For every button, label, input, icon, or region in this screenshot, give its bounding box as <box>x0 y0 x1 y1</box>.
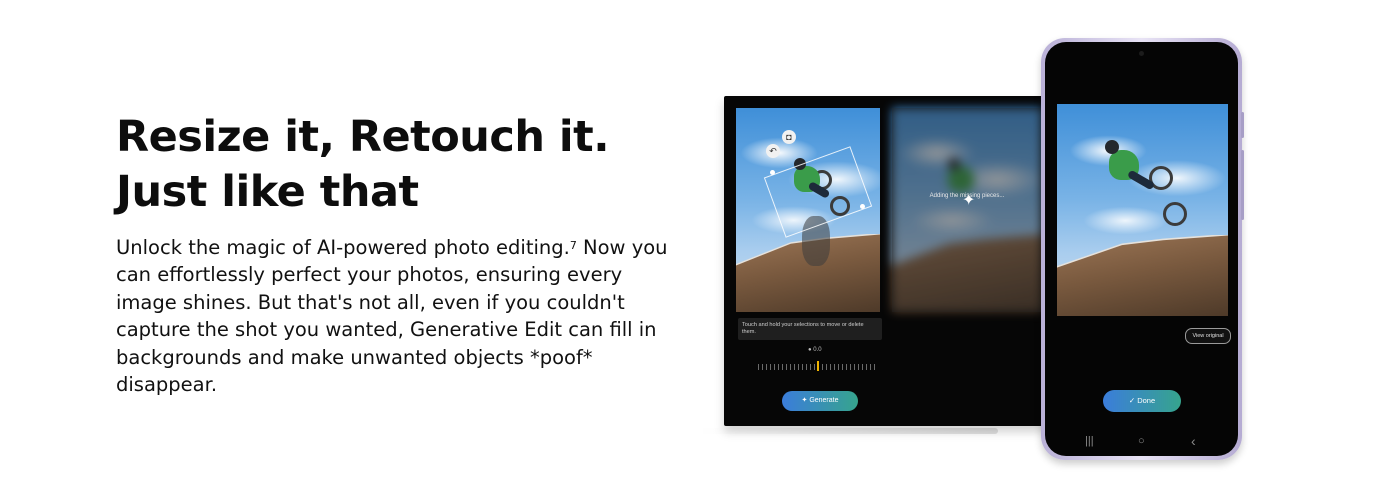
slider-value: ● 0.0 <box>808 347 822 353</box>
slider-indicator[interactable] <box>817 361 819 371</box>
check-icon: ✓ <box>1128 396 1136 405</box>
view-original-button[interactable]: View original <box>1185 328 1231 344</box>
hero-copy: Resize it, Retouch it. Just like that Un… <box>116 110 696 398</box>
footnote-marker: 7 <box>569 239 577 252</box>
result-photo[interactable] <box>1057 104 1228 316</box>
headline-line-1: Resize it, Retouch it. <box>116 112 610 162</box>
body-text-part-2: Now you can effortlessly perfect your ph… <box>116 236 668 397</box>
selection-handle[interactable] <box>860 204 865 209</box>
tablet-edit-screen: ↶ ◘ ✦ Adding the missing pieces... Touch… <box>698 96 1064 434</box>
phone-device: View original ✓ Done ||| ○ ‹ <box>1041 38 1244 460</box>
tablet-shadow <box>698 428 998 434</box>
back-icon[interactable]: ‹ <box>1191 434 1196 448</box>
nav-bar: ||| ○ ‹ <box>1045 434 1238 448</box>
done-button[interactable]: ✓ Done <box>1103 390 1181 412</box>
bike-wheel <box>1163 202 1187 226</box>
headline-line-2: Just like that <box>116 167 419 217</box>
generate-button[interactable]: ✦ Generate <box>782 391 858 411</box>
done-label: Done <box>1137 396 1156 405</box>
headline: Resize it, Retouch it. Just like that <box>116 110 696 220</box>
body-paragraph: Unlock the magic of AI-powered photo edi… <box>116 234 688 398</box>
hint-text: Touch and hold your selections to move o… <box>738 318 882 340</box>
front-camera <box>1139 51 1144 56</box>
body-text-part-1: Unlock the magic of AI-powered photo edi… <box>116 236 570 259</box>
phone-screen: View original ✓ Done ||| ○ ‹ <box>1045 42 1238 456</box>
sparkle-icon: ✦ <box>801 397 808 404</box>
undo-icon[interactable]: ↶ <box>766 144 780 158</box>
recents-icon[interactable]: ||| <box>1085 434 1094 448</box>
status-text: Adding the missing pieces... <box>929 193 1005 199</box>
info-icon: ● <box>808 347 812 353</box>
edit-photo-selection[interactable]: ↶ ◘ <box>736 108 880 312</box>
side-button <box>1241 150 1244 220</box>
generating-overlay <box>892 108 1042 312</box>
volume-button <box>1241 112 1244 138</box>
selection-handle[interactable] <box>770 170 775 175</box>
home-icon[interactable]: ○ <box>1138 434 1145 448</box>
slider-value-text: 0.0 <box>813 347 822 353</box>
erase-icon[interactable]: ◘ <box>782 130 796 144</box>
generate-label: Generate <box>809 397 839 404</box>
